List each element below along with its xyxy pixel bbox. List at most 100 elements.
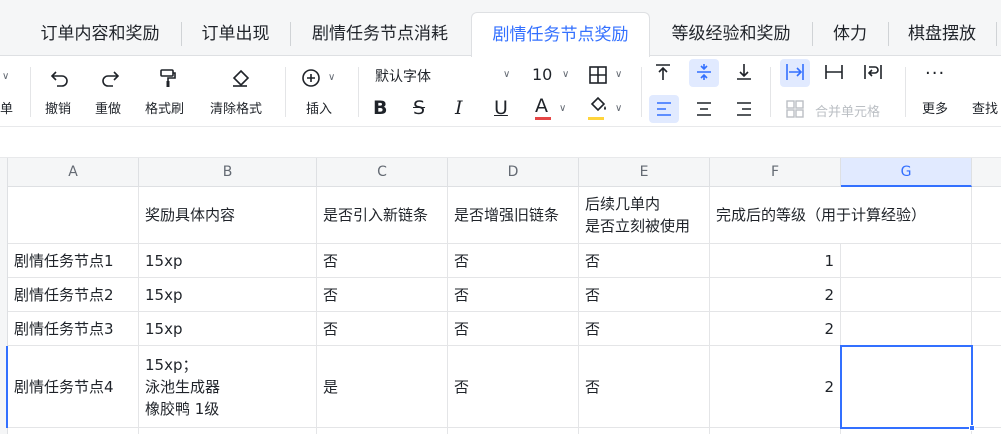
cell-h2[interactable] [972,244,1001,278]
cell-c1[interactable]: 是否引入新链条 [317,187,448,244]
toolbar-separator [285,67,286,117]
fill-handle[interactable] [969,425,975,431]
cell-b3[interactable]: 15xp [139,278,317,312]
tab-order-appearance[interactable]: 订单出现 [182,12,289,56]
cell-f2[interactable]: 1 [710,244,841,278]
cell-c4[interactable]: 否 [317,312,448,346]
font-family-select[interactable]: 默认字体 ∨ [375,63,515,87]
cell-f5[interactable]: 2 [710,346,841,428]
chevron-down-icon: ∨ [562,69,570,80]
cell-c2[interactable]: 否 [317,244,448,278]
align-bottom-button[interactable] [734,62,756,86]
text-wrap-button[interactable] [862,62,884,86]
cell-d1[interactable]: 是否增强旧链条 [448,187,579,244]
fill-color-swatch [588,117,604,120]
column-header-d[interactable]: D [448,158,579,187]
align-top-icon [656,64,670,80]
font-size-select[interactable]: 10 ∨ [532,63,574,87]
fill-color-button[interactable]: ∨ [588,95,628,121]
tab-story-node-reward[interactable]: 剧情任务节点奖励 [471,12,650,57]
strikethrough-icon: S [413,97,426,119]
cell-e2[interactable]: 否 [579,244,710,278]
find-button[interactable]: 查找 [970,57,1001,127]
cell-f4[interactable]: 2 [710,312,841,346]
cell-c3[interactable]: 否 [317,278,448,312]
redo-icon [102,71,120,87]
cell-c5[interactable]: 是 [317,346,448,428]
cell-d2[interactable]: 否 [448,244,579,278]
cell-e6[interactable] [579,428,710,434]
cell-d4[interactable]: 否 [448,312,579,346]
redo-label: 重做 [95,102,122,117]
cell-h4[interactable] [972,312,1001,346]
column-header-a[interactable]: A [8,158,139,187]
chevron-down-icon[interactable]: ∨ [2,71,9,82]
cell-b6[interactable] [139,428,317,434]
cell-e3[interactable]: 否 [579,278,710,312]
cell-b4[interactable]: 15xp [139,312,317,346]
cell-a6[interactable] [8,428,139,434]
cell-d3[interactable]: 否 [448,278,579,312]
column-header-e[interactable]: E [579,158,710,187]
cell-f6[interactable] [710,428,841,434]
cell-h3[interactable] [972,278,1001,312]
underline-button[interactable]: U [494,97,514,121]
column-header-h-partial[interactable] [972,158,1001,187]
cell-g4[interactable] [841,312,972,346]
borders-button[interactable]: ∨ [588,63,628,87]
column-header-b[interactable]: B [139,158,317,187]
align-right-button[interactable] [734,99,756,121]
chevron-down-icon: ∨ [503,69,511,80]
clear-format-button[interactable]: 清除格式 [210,57,270,127]
bold-button[interactable]: B [373,97,393,121]
text-overflow-button[interactable] [784,62,806,86]
tab-level-exp-reward[interactable]: 等级经验和奖励 [651,12,811,56]
cell-f3[interactable]: 2 [710,278,841,312]
cell-a3[interactable]: 剧情任务节点2 [8,278,139,312]
insert-button[interactable]: ∨ 插入 [300,57,342,127]
cell-e1[interactable]: 后续几单内 是否立刻被使用 [579,187,710,244]
text-clip-button[interactable] [823,62,845,86]
italic-icon: I [455,97,463,119]
tab-story-node-cost[interactable]: 剧情任务节点消耗 [291,12,469,56]
cell-a4[interactable]: 剧情任务节点3 [8,312,139,346]
cell-selection-box [840,345,973,429]
align-middle-icon [697,64,711,80]
align-center-button[interactable] [694,99,716,121]
cell-d5[interactable]: 否 [448,346,579,428]
redo-button[interactable]: 重做 [95,57,125,127]
formula-bar[interactable] [0,128,1001,158]
cell-d6[interactable] [448,428,579,434]
tab-stamina[interactable]: 体力 [813,12,887,56]
format-painter-button[interactable]: 格式刷 [145,57,190,127]
align-top-button[interactable] [653,62,675,86]
cell-a1[interactable] [8,187,139,244]
cell-a2[interactable]: 剧情任务节点1 [8,244,139,278]
undo-button[interactable]: 撤销 [45,57,75,127]
cell-g3[interactable] [841,278,972,312]
italic-button[interactable]: I [455,97,475,121]
column-header-f[interactable]: F [710,158,841,187]
more-button[interactable]: ··· 更多 [920,57,954,127]
cell-h5[interactable] [972,346,1001,428]
cell-e5[interactable]: 否 [579,346,710,428]
strikethrough-button[interactable]: S [413,97,433,121]
align-left-button[interactable] [654,99,676,121]
cell-a5[interactable]: 剧情任务节点4 [8,346,139,428]
cell-b1[interactable]: 奖励具体内容 [139,187,317,244]
column-header-c[interactable]: C [317,158,448,187]
cell-e4[interactable]: 否 [579,312,710,346]
cell-f1[interactable]: 完成后的等级（用于计算经验） [710,187,972,244]
tab-board-layout[interactable]: 棋盘摆放 [889,12,995,56]
cell-g2[interactable] [841,244,972,278]
column-header-g[interactable]: G [841,158,972,187]
cell-b2[interactable]: 15xp [139,244,317,278]
align-middle-button[interactable] [694,62,716,86]
cell-c6[interactable] [317,428,448,434]
font-color-icon: A [535,95,548,117]
cell-b5[interactable]: 15xp； 泳池生成器 橡胶鸭 1级 [139,346,317,428]
cell-h1[interactable] [972,187,1001,244]
tab-order-content-reward[interactable]: 订单内容和奖励 [20,12,180,56]
find-label: 查找 [972,102,999,117]
font-color-button[interactable]: A ∨ [535,95,571,121]
